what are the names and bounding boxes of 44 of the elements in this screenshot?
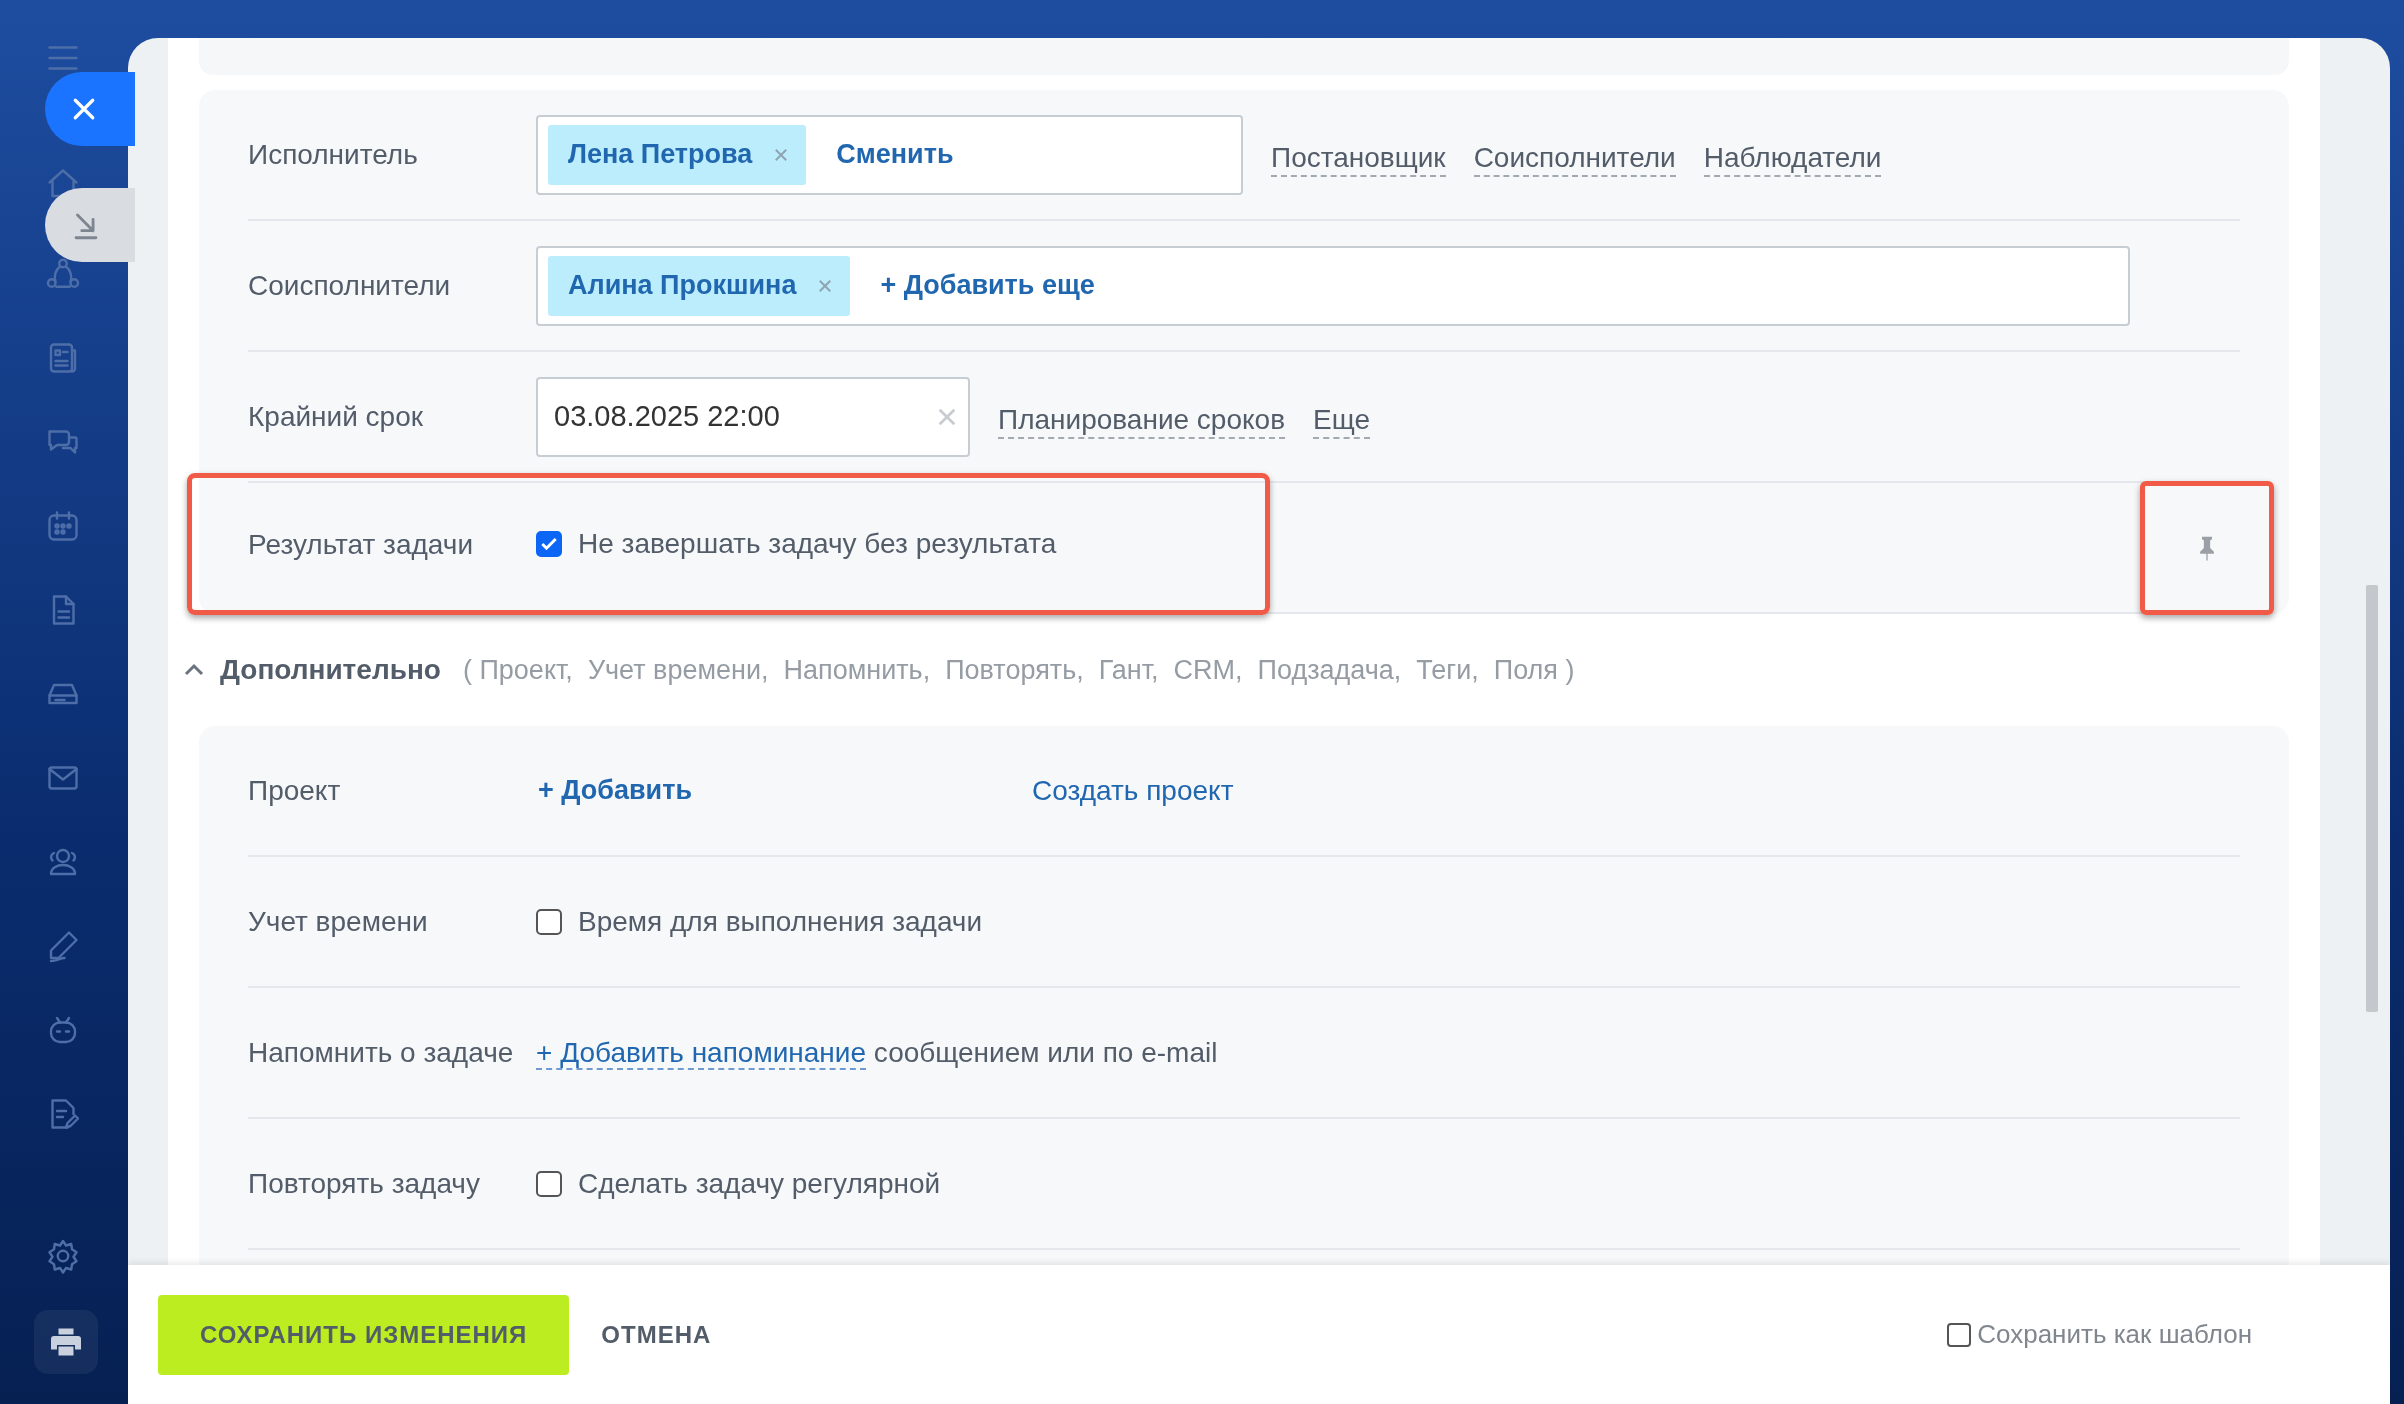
checkbox-label: Сделать задачу регулярной xyxy=(578,1167,941,1200)
reminder-text: + Добавить напоминание сообщением или по e-mail xyxy=(536,1036,1218,1069)
person-chip[interactable]: Алина Прокшина xyxy=(548,255,851,316)
save-button[interactable]: СОХРАНИТЬ ИЗМЕНЕНИЯ xyxy=(158,1294,570,1375)
add-reminder-link[interactable]: + Добавить напоминание xyxy=(536,1036,867,1070)
role-link[interactable]: Соисполнители xyxy=(1473,140,1676,177)
collapse-button[interactable] xyxy=(45,188,135,262)
section-toggle[interactable]: Дополнительно xyxy=(220,654,441,686)
person-chip[interactable]: Лена Петрова xyxy=(548,124,807,185)
field-label: Крайний срок xyxy=(248,400,424,434)
printer-button[interactable] xyxy=(34,1310,98,1374)
role-link[interactable]: Наблюдатели xyxy=(1703,140,1882,177)
scrollbar-thumb[interactable] xyxy=(2366,585,2378,1012)
checkbox[interactable] xyxy=(536,1170,562,1197)
field-label: Напомнить о задаче xyxy=(248,1036,515,1070)
checkbox-label: Сохранить как шаблон xyxy=(1977,1319,2252,1350)
role-link[interactable]: Постановщик xyxy=(1271,140,1446,177)
person-name: Алина Прокшина xyxy=(568,270,797,301)
field-label: Исполнитель xyxy=(248,138,419,172)
dashed-link[interactable]: Планирование сроков xyxy=(998,402,1286,439)
checkbox[interactable] xyxy=(1947,1322,1972,1347)
people-field[interactable]: Алина Прокшина + Добавить еще xyxy=(536,245,2130,326)
field-label: Результат задачи xyxy=(248,527,475,562)
add-link[interactable]: + Добавить еще xyxy=(880,270,1095,301)
section-summary: ( Проект, Учет времени, Напомнить, Повторять, Гант, CRM, Подзадача, Теги, Поля ) xyxy=(462,654,1575,686)
settings-icon[interactable] xyxy=(45,1238,81,1274)
close-button[interactable] xyxy=(45,72,135,146)
field-label: Проект xyxy=(248,774,342,808)
field-label: Соисполнители xyxy=(248,269,452,303)
checkbox[interactable] xyxy=(536,908,562,935)
dashed-link[interactable]: Еще xyxy=(1313,402,1370,439)
checkbox-label: Время для выполнения задачи xyxy=(578,905,983,938)
checkbox-label: Не завершать задачу без результата xyxy=(578,528,1057,560)
people-field[interactable]: Лена Петрова Сменить xyxy=(536,114,1243,195)
field-label: Учет времени xyxy=(248,905,429,939)
create-project-link[interactable]: Создать проект xyxy=(1032,774,1234,807)
add-project-button[interactable]: + Добавить xyxy=(536,750,970,831)
checkbox[interactable] xyxy=(536,531,562,557)
date-field[interactable]: 03.08.2025 22:00 xyxy=(536,376,970,457)
calendar-icon[interactable] xyxy=(45,508,81,544)
field-label: Повторять задачу xyxy=(248,1167,481,1201)
add-link[interactable]: Сменить xyxy=(836,139,954,170)
person-name: Лена Петрова xyxy=(568,139,753,170)
cancel-button[interactable]: ОТМЕНА xyxy=(595,1319,718,1350)
